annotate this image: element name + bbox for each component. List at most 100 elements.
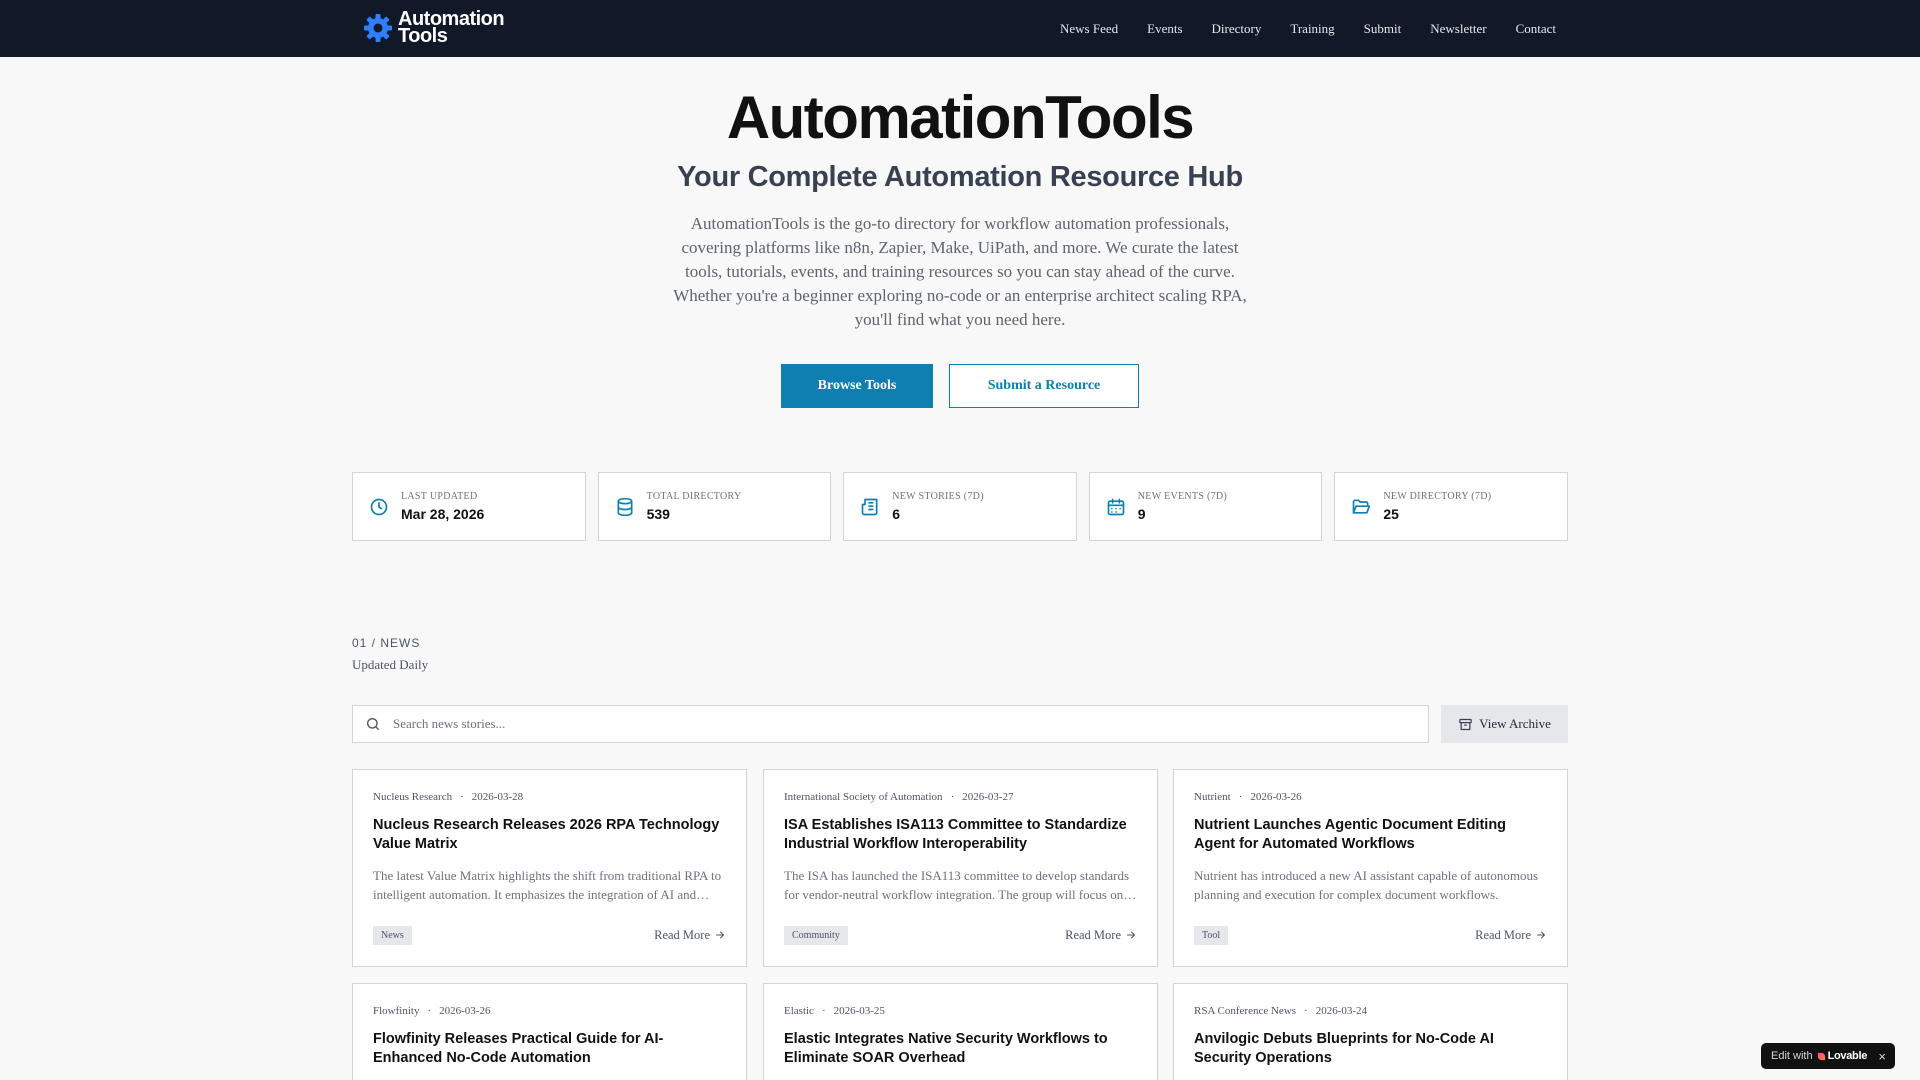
submit-resource-button[interactable]: Submit a Resource: [949, 364, 1139, 408]
search-icon: [367, 718, 379, 730]
card-date: 2026-03-27: [962, 791, 1014, 803]
arrow-right-icon: [716, 931, 725, 939]
card-footer: News Read More: [373, 925, 726, 945]
nav-link-events[interactable]: Events: [1147, 21, 1182, 37]
nav-link-contact[interactable]: Contact: [1516, 21, 1556, 37]
card-meta: International Society of Automation · 2026…: [784, 791, 1014, 803]
top-navbar: Automation Tools News Feed Events Direct…: [0, 0, 1920, 57]
hero-description: AutomationTools is the go-to directory f…: [673, 214, 1247, 329]
arrow-right-icon: [1127, 931, 1136, 939]
card-meta: RSA Conference News · 2026-03-24: [1194, 1005, 1368, 1017]
stat-label: New Events (7D): [1137, 491, 1228, 502]
arrow-right-icon: [1537, 931, 1546, 939]
stat-card-new-events: New Events (7D) 9: [1088, 472, 1323, 541]
lovable-prefix: Edit with: [1771, 1050, 1813, 1062]
calendar-icon: [1107, 498, 1125, 515]
view-archive-button[interactable]: View Archive: [1441, 705, 1568, 743]
stat-value: 9: [1137, 506, 1146, 522]
main-nav: News Feed Events Directory Training Subm…: [1031, 0, 1556, 57]
read-more-link[interactable]: Read More: [1475, 928, 1547, 943]
card-excerpt: The latest Value Matrix highlights the s…: [373, 868, 722, 902]
card-date: 2026-03-25: [833, 1005, 885, 1017]
card-title[interactable]: Flowfinity Releases Practical Guide for …: [373, 1030, 726, 1068]
nav-link-submit[interactable]: Submit: [1364, 21, 1402, 37]
stats-bar: Last Updated Mar 28, 2026 Total Director…: [352, 472, 1568, 541]
card-date: 2026-03-26: [1250, 791, 1302, 803]
card-date: 2026-03-28: [471, 791, 524, 803]
stat-card-total-directory: Total Directory 539: [597, 472, 832, 541]
card-title[interactable]: Nutrient Launches Agentic Document Editi…: [1194, 816, 1547, 854]
card-excerpt: The ISA has launched the ISA113 committe…: [784, 868, 1130, 902]
hero-subtitle: Your Complete Automation Resource Hub: [677, 161, 1243, 193]
card-title[interactable]: ISA Establishes ISA113 Committee to Stan…: [784, 816, 1137, 854]
news-search-input[interactable]: [393, 706, 1428, 742]
stat-label: Total Directory: [646, 491, 742, 502]
stat-card-new-directory: New Directory (7D) 25: [1334, 472, 1568, 541]
section-subtitle: Updated Daily: [352, 657, 429, 672]
card-excerpt: Nutrient has introduced a new AI assista…: [1194, 868, 1539, 902]
read-more-label: Read More: [1475, 927, 1531, 942]
stat-label: New Stories (7D): [892, 491, 984, 502]
clock-icon: [370, 498, 388, 515]
stat-value: 6: [892, 506, 900, 522]
card-title[interactable]: Anvilogic Debuts Blueprints for No-Code …: [1194, 1030, 1547, 1068]
read-more-link[interactable]: Read More: [654, 928, 726, 943]
card-date: 2026-03-24: [1315, 1005, 1368, 1017]
news-card[interactable]: International Society of Automation · 2026…: [763, 769, 1158, 967]
card-meta: Elastic · 2026-03-25: [784, 1005, 885, 1017]
lovable-brand-name: Lovable: [1827, 1050, 1868, 1062]
news-card[interactable]: Flowfinity · 2026-03-26 Flowfinity Release…: [352, 983, 747, 1080]
logo-text: Automation Tools: [398, 9, 505, 47]
card-meta: Nutrient · 2026-03-26: [1194, 791, 1302, 803]
card-tag: Tool: [1194, 925, 1229, 945]
newspaper-icon: [861, 498, 878, 515]
card-tag: Community: [784, 925, 848, 945]
hero-buttons: Browse Tools Submit a Resource: [0, 364, 1920, 408]
database-icon: [617, 497, 633, 516]
card-footer: Community Read More: [784, 925, 1137, 945]
card-source: Nutrient: [1194, 791, 1231, 803]
section-label: 01 / NEWS: [352, 636, 421, 650]
nav-link-training[interactable]: Training: [1290, 21, 1334, 37]
site-logo[interactable]: Automation Tools: [362, 9, 505, 47]
folder-icon: [1353, 499, 1371, 514]
card-source: Nucleus Research: [373, 791, 453, 803]
hero-title: AutomationTools: [726, 84, 1195, 151]
card-source: International Society of Automation: [784, 791, 943, 803]
card-footer: Tool Read More: [1194, 925, 1547, 945]
browse-tools-button[interactable]: Browse Tools: [781, 364, 933, 408]
view-archive-label: View Archive: [1479, 716, 1551, 731]
stat-value: 25: [1383, 506, 1399, 522]
stat-value: 539: [646, 506, 670, 522]
gear-icon: [364, 14, 392, 42]
card-tag: News: [373, 925, 412, 945]
stat-card-new-stories: New Stories (7D) 6: [843, 472, 1077, 541]
news-search-box: [352, 705, 1429, 743]
stat-label: New Directory (7D): [1383, 491, 1492, 502]
card-meta: Flowfinity · 2026-03-26: [373, 1005, 491, 1017]
card-date: 2026-03-26: [439, 1005, 491, 1017]
news-card[interactable]: Elastic · 2026-03-25 Elastic Integrates Na…: [763, 983, 1158, 1080]
archive-icon: [1459, 718, 1472, 730]
logo-line-2: Tools: [398, 25, 448, 47]
news-card[interactable]: Nutrient · 2026-03-26 Nutrient Launches Ag…: [1173, 769, 1568, 967]
card-source: Flowfinity: [373, 1005, 420, 1017]
card-meta: Nucleus Research · 2026-03-28: [373, 791, 524, 803]
card-source: RSA Conference News: [1194, 1005, 1297, 1017]
read-more-label: Read More: [654, 927, 710, 942]
card-source: Elastic: [784, 1005, 814, 1017]
news-card[interactable]: RSA Conference News · 2026-03-24 Anvilogic…: [1173, 983, 1568, 1080]
stat-card-last-updated: Last Updated Mar 28, 2026: [352, 472, 586, 541]
stat-value: Mar 28, 2026: [401, 506, 485, 522]
nav-link-news-feed[interactable]: News Feed: [1060, 21, 1118, 37]
nav-link-directory[interactable]: Directory: [1212, 21, 1262, 37]
nav-link-newsletter[interactable]: Newsletter: [1430, 21, 1486, 37]
card-title[interactable]: Elastic Integrates Native Security Workf…: [784, 1030, 1137, 1068]
read-more-label: Read More: [1065, 927, 1121, 942]
edit-with-lovable-badge[interactable]: Edit with Lovable ×: [1761, 1043, 1895, 1069]
lovable-brand: Lovable: [1817, 1050, 1867, 1062]
card-title[interactable]: Nucleus Research Releases 2026 RPA Techn…: [373, 816, 726, 854]
close-icon[interactable]: ×: [1878, 1049, 1886, 1064]
news-card[interactable]: Nucleus Research · 2026-03-28 Nucleus Rese…: [352, 769, 747, 967]
read-more-link[interactable]: Read More: [1065, 928, 1137, 943]
